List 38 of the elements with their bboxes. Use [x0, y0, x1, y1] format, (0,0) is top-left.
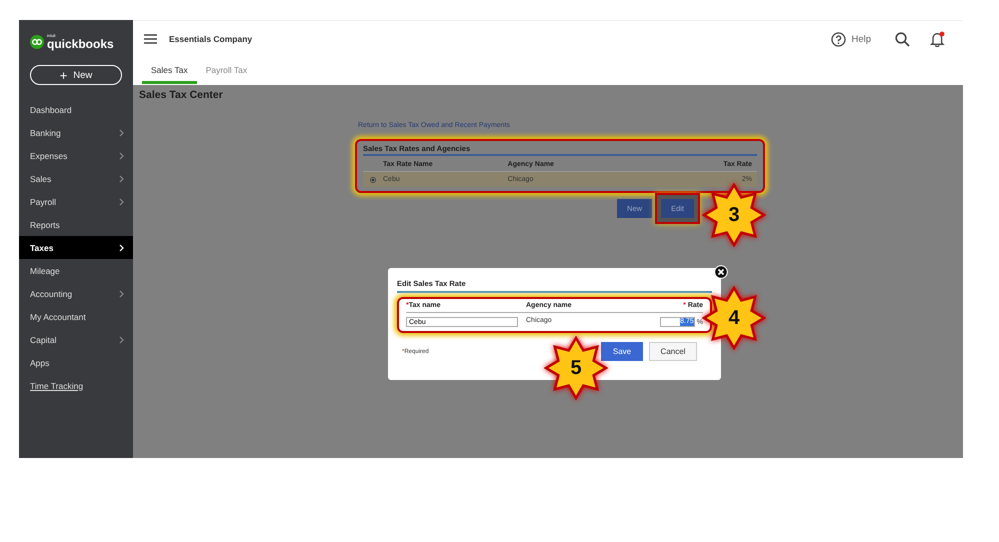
- step-badge: 4: [702, 286, 766, 350]
- sidebar-item[interactable]: Payroll: [19, 190, 133, 213]
- bell-icon[interactable]: [930, 31, 945, 47]
- sidebar-item[interactable]: Reports: [19, 213, 133, 236]
- new-button[interactable]: + New: [30, 65, 122, 85]
- tab[interactable]: Payroll Tax: [196, 61, 256, 84]
- step-badge: 3: [702, 183, 766, 247]
- chevron-icon: [119, 336, 124, 344]
- help-icon: [831, 32, 846, 46]
- sidebar-item[interactable]: Banking: [19, 121, 133, 144]
- chevron-icon: [119, 174, 124, 182]
- chevron-icon: [119, 128, 124, 136]
- sidebar-item[interactable]: My Accountant: [19, 305, 133, 328]
- chevron-icon: [119, 152, 124, 160]
- search-icon[interactable]: [895, 32, 910, 46]
- company-name: Essentials Company: [169, 34, 252, 44]
- sidebar-item[interactable]: Accounting: [19, 282, 133, 305]
- chevron-icon: [119, 244, 124, 252]
- menu-icon[interactable]: [144, 34, 157, 44]
- close-icon[interactable]: [714, 265, 728, 279]
- sidebar-item[interactable]: Mileage: [19, 259, 133, 282]
- sidebar-item[interactable]: Time Tracking: [19, 374, 133, 397]
- sidebar-item[interactable]: Apps: [19, 351, 133, 374]
- page-title: Sales Tax Center: [138, 88, 224, 101]
- help-button[interactable]: Help: [831, 32, 871, 46]
- chevron-icon: [119, 198, 124, 206]
- cancel-button[interactable]: Cancel: [649, 342, 697, 361]
- step-badge: 5: [544, 336, 608, 400]
- sidebar-item[interactable]: Sales: [19, 167, 133, 190]
- radio-button[interactable]: [370, 176, 376, 182]
- sidebar-item[interactable]: Dashboard: [19, 98, 133, 121]
- sidebar-item[interactable]: Capital: [19, 328, 133, 351]
- logo-text: quickbooks: [47, 38, 114, 50]
- chevron-icon: [119, 290, 124, 298]
- sidebar-item[interactable]: Taxes: [19, 236, 133, 259]
- sidebar-item[interactable]: Expenses: [19, 144, 133, 167]
- logo-icon: [30, 35, 44, 49]
- save-button[interactable]: Save: [601, 342, 643, 361]
